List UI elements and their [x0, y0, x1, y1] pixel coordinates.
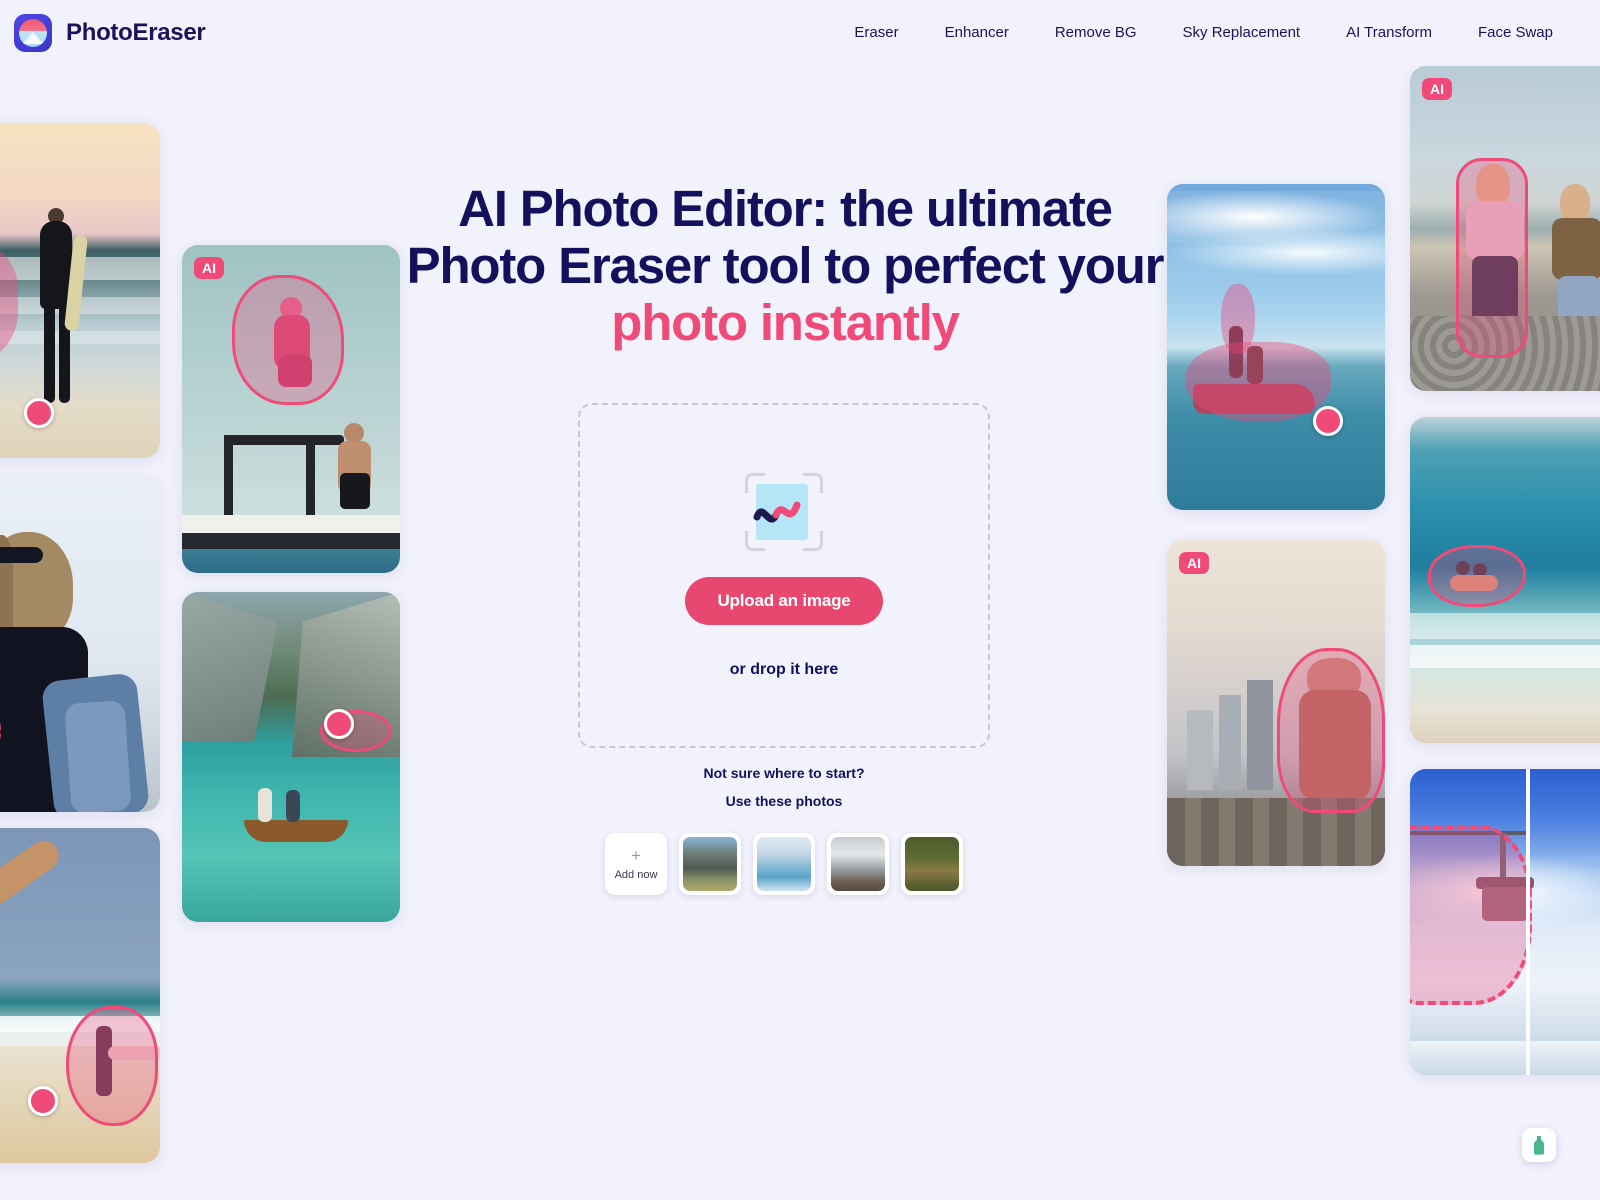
lake-rowboat-art	[182, 592, 400, 922]
sample-photo-row: + Add now	[578, 833, 990, 895]
ai-badge: AI	[194, 257, 224, 280]
hero-section: AI Photo Editor: the ultimate Photo Eras…	[400, 180, 1170, 351]
boat-jump-art	[182, 245, 400, 573]
starter-question: Not sure where to start?	[703, 765, 865, 781]
selection-highlight	[1221, 284, 1255, 354]
bottle-icon	[1534, 1136, 1544, 1155]
handstand-beach-card[interactable]	[0, 828, 160, 1163]
lake-rowboat-card[interactable]	[182, 592, 400, 922]
ocean-wave-swimmers-art	[1410, 417, 1600, 743]
starter-subtitle: Use these photos	[725, 793, 843, 809]
starter-section: Not sure where to start? Use these photo…	[578, 765, 990, 895]
image-scan-icon	[745, 472, 823, 551]
eraser-cursor-dot	[1313, 406, 1343, 436]
add-now-button[interactable]: + Add now	[605, 833, 667, 895]
sample-photo-mountain-hikers[interactable]	[679, 833, 741, 895]
drop-hint-text: or drop it here	[729, 660, 839, 678]
site-header: PhotoEraser Eraser Enhancer Remove BG Sk…	[0, 0, 1600, 65]
feedback-bottle-button[interactable]	[1522, 1128, 1556, 1162]
chairlift-sky-art	[1410, 769, 1600, 1075]
nav-item-enhancer[interactable]: Enhancer	[922, 16, 1032, 49]
jetski-ocean-art	[1167, 184, 1385, 510]
selection-outline	[232, 275, 344, 405]
eraser-cursor-dot	[28, 1086, 58, 1116]
ocean-wave-swimmers-card[interactable]	[1410, 417, 1600, 743]
sample-photo-snow-peaks[interactable]	[827, 833, 889, 895]
selection-outline	[1277, 648, 1385, 813]
ai-badge: AI	[1179, 552, 1209, 575]
eraser-cursor-dot	[324, 709, 354, 739]
jetski-ocean-card[interactable]	[1167, 184, 1385, 510]
nav-item-remove-bg[interactable]: Remove BG	[1032, 16, 1160, 49]
upload-image-button[interactable]: Upload an image	[685, 576, 883, 625]
mountain-sunset-icon	[14, 13, 52, 52]
upload-dropzone[interactable]: Upload an image or drop it here	[578, 403, 990, 748]
beach-walkers-card[interactable]: AI	[1410, 66, 1600, 391]
selection-outline	[66, 1006, 158, 1126]
app-root: AI AI AI PhotoEraser Eraser Enhancer Rem…	[0, 0, 1600, 1200]
selection-outline	[1456, 158, 1528, 358]
handstand-beach-art	[0, 828, 160, 1163]
hero-line-3-accent: photo instantly	[611, 294, 960, 352]
page-title: AI Photo Editor: the ultimate Photo Eras…	[400, 180, 1170, 351]
boat-jump-card[interactable]: AI	[182, 245, 400, 573]
city-overlook-card[interactable]: AI	[1167, 540, 1385, 866]
nav-item-ai-transform[interactable]: AI Transform	[1323, 16, 1455, 49]
surfer-sunset-card[interactable]	[0, 123, 160, 458]
main-nav: Eraser Enhancer Remove BG Sky Replacemen…	[831, 16, 1576, 49]
eraser-cursor-dot	[24, 398, 54, 428]
city-overlook-art	[1167, 540, 1385, 866]
hero-line-1: AI Photo Editor: the ultimate	[458, 180, 1113, 237]
ai-badge: AI	[1422, 78, 1452, 101]
denim-woman-beforeafter-card[interactable]	[0, 477, 160, 812]
selection-outline	[1428, 545, 1526, 607]
compare-slider-divider[interactable]	[1526, 769, 1530, 1075]
sample-photo-forest-path[interactable]	[901, 833, 963, 895]
denim-woman-art	[0, 477, 160, 812]
nav-item-face-swap[interactable]: Face Swap	[1455, 16, 1576, 49]
hero-line-2: Photo Eraser tool to perfect your	[406, 237, 1165, 295]
add-now-label: Add now	[614, 869, 658, 881]
beach-walkers-art	[1410, 66, 1600, 391]
brand-name: PhotoEraser	[66, 18, 206, 46]
chairlift-sky-beforeafter-card[interactable]	[1410, 769, 1600, 1075]
nav-item-sky-replacement[interactable]: Sky Replacement	[1160, 16, 1324, 49]
sample-photo-glacier-lagoon[interactable]	[753, 833, 815, 895]
selection-dashed-region	[1410, 825, 1532, 1005]
brand-logo-group[interactable]: PhotoEraser	[14, 13, 206, 52]
selection-highlight	[1185, 342, 1331, 422]
nav-item-eraser[interactable]: Eraser	[831, 16, 921, 49]
plus-icon: +	[631, 846, 641, 865]
